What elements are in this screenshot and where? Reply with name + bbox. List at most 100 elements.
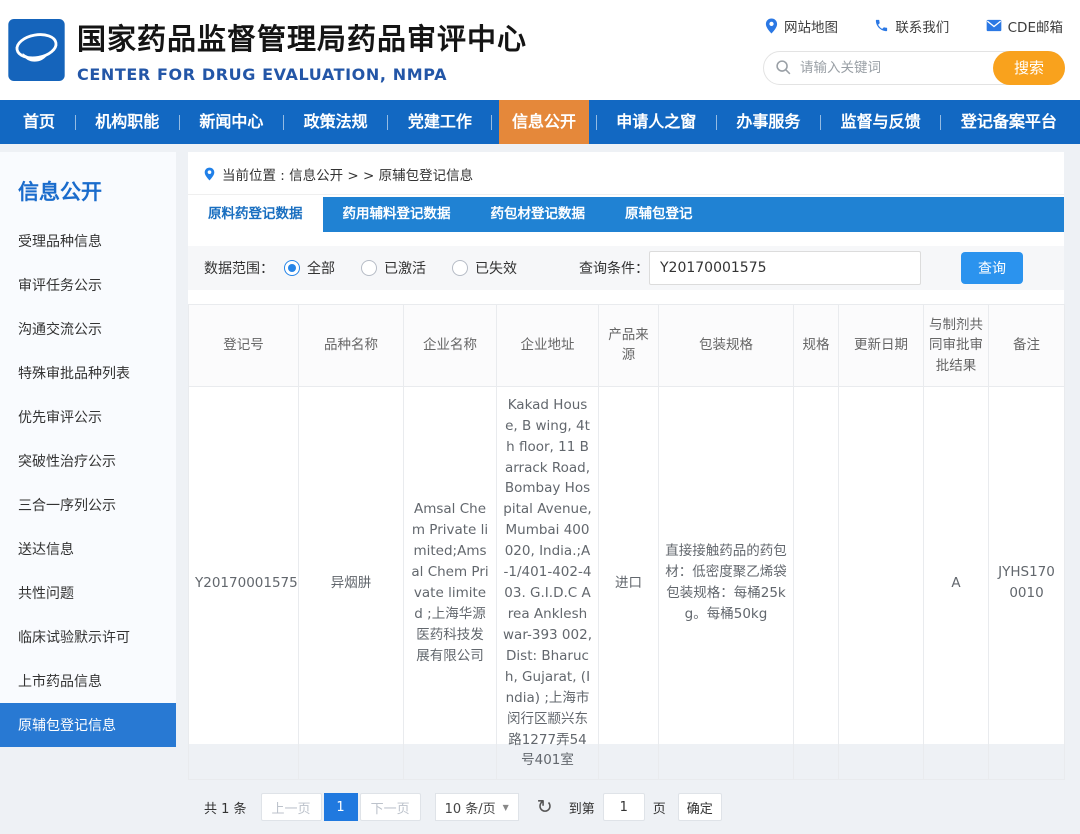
tab-raw-excipient-packaging[interactable]: 原辅包登记	[605, 197, 713, 232]
sidebar-item-accepted-varieties[interactable]: 受理品种信息	[0, 219, 176, 263]
page: 国家药品监督管理局药品审评中心 CENTER FOR DRUG EVALUATI…	[0, 0, 1080, 744]
cell-update-date	[839, 386, 924, 780]
total-count: 共 1 条	[204, 798, 247, 817]
col-company-address: 企业地址	[497, 305, 599, 387]
nav-item-party[interactable]: 党建工作	[395, 100, 485, 144]
cell-company-address: Kakad House, B wing, 4th floor, 11 Barra…	[497, 386, 599, 780]
nav-divider	[716, 115, 717, 130]
radio-icon-checked[interactable]	[284, 260, 300, 276]
radio-option-activated[interactable]: 已激活	[361, 258, 426, 278]
nav-divider	[940, 115, 941, 130]
table-row: Y20170001575 异烟肼 Amsal Chem Private limi…	[189, 386, 1065, 780]
radio-option-all[interactable]: 全部	[284, 258, 335, 278]
tab-excipient-registration[interactable]: 药用辅料登记数据	[323, 197, 471, 232]
main-nav: 首页 机构职能 新闻中心 政策法规 党建工作 信息公开 申请人之窗 办事服务 监…	[0, 100, 1080, 144]
pagination: 共 1 条 上一页 1 下一页 10 条/页 ▼ ↻ 到第 页 确定	[188, 780, 1064, 834]
site-search: 搜索	[763, 51, 1065, 85]
col-reg-no: 登记号	[189, 305, 299, 387]
header-right: 网站地图 联系我们 CDE邮箱	[763, 16, 1065, 85]
nav-item-registration-platform[interactable]: 登记备案平台	[948, 100, 1070, 144]
radio-label: 已激活	[384, 258, 426, 278]
nav-divider	[491, 115, 492, 130]
page-size-value: 10 条/页	[445, 798, 496, 817]
breadcrumb: 当前位置 : 信息公开 > > 原辅包登记信息	[188, 152, 1064, 195]
tab-packaging-registration[interactable]: 药包材登记数据	[471, 197, 606, 232]
nav-item-news[interactable]: 新闻中心	[186, 100, 276, 144]
col-spec: 规格	[794, 305, 839, 387]
radio-option-expired[interactable]: 已失效	[452, 258, 517, 278]
nav-divider	[179, 115, 180, 130]
nav-item-applicant-window[interactable]: 申请人之窗	[603, 100, 709, 144]
cell-spec	[794, 386, 839, 780]
refresh-icon[interactable]: ↻	[537, 798, 553, 817]
col-company-name: 企业名称	[404, 305, 497, 387]
site-search-button[interactable]: 搜索	[993, 51, 1065, 85]
location-pin-icon	[204, 167, 215, 181]
nav-item-services[interactable]: 办事服务	[723, 100, 813, 144]
goto-page-label: 到第	[569, 798, 595, 817]
breadcrumb-text: 当前位置 : 信息公开 > > 原辅包登记信息	[222, 164, 473, 184]
contact-link[interactable]: 联系我们	[874, 16, 949, 36]
data-scope-label: 数据范围：	[204, 258, 274, 278]
phone-icon	[874, 18, 889, 33]
col-joint-review-result: 与制剂共同审批审批结果	[924, 305, 989, 387]
sidebar-item-clinical-trial-license[interactable]: 临床试验默示许可	[0, 615, 176, 659]
query-button[interactable]: 查询	[961, 252, 1023, 284]
sitemap-label: 网站地图	[784, 16, 838, 36]
sitemap-link[interactable]: 网站地图	[765, 16, 838, 36]
mailbox-link[interactable]: CDE邮箱	[986, 16, 1063, 36]
page-size-select[interactable]: 10 条/页 ▼	[435, 793, 519, 821]
goto-page-input[interactable]	[603, 793, 645, 821]
filterbar: 数据范围： 全部 已激活 已失效 查询条件：	[188, 246, 1064, 290]
sidebar-item-priority-review[interactable]: 优先审评公示	[0, 395, 176, 439]
col-packaging-spec: 包装规格	[659, 305, 794, 387]
site-subtitle: CENTER FOR DRUG EVALUATION, NMPA	[77, 65, 527, 84]
search-icon	[775, 59, 792, 76]
site-title: 国家药品监督管理局药品审评中心	[77, 16, 527, 58]
col-product-name: 品种名称	[299, 305, 404, 387]
sidebar-item-raw-excipient-packaging[interactable]: 原辅包登记信息	[0, 703, 176, 747]
main-row: 信息公开 受理品种信息 审评任务公示 沟通交流公示 特殊审批品种列表 优先审评公…	[0, 144, 1080, 744]
sidebar-item-three-in-one[interactable]: 三合一序列公示	[0, 483, 176, 527]
page-word-label: 页	[653, 798, 666, 817]
nav-item-functions[interactable]: 机构职能	[82, 100, 172, 144]
radio-label: 全部	[307, 258, 335, 278]
sidebar-item-marketed-drugs[interactable]: 上市药品信息	[0, 659, 176, 703]
next-page-button[interactable]: 下一页	[360, 793, 421, 821]
query-condition-input[interactable]	[649, 251, 921, 285]
sidebar-item-breakthrough-therapy[interactable]: 突破性治疗公示	[0, 439, 176, 483]
sidebar-item-special-approval[interactable]: 特殊审批品种列表	[0, 351, 176, 395]
col-product-origin: 产品来源	[599, 305, 659, 387]
sidebar-item-common-issues[interactable]: 共性问题	[0, 571, 176, 615]
tab-api-registration[interactable]: 原料药登记数据	[188, 197, 323, 232]
nav-divider	[596, 115, 597, 130]
sidebar-item-communication[interactable]: 沟通交流公示	[0, 307, 176, 351]
page-number-1[interactable]: 1	[324, 793, 358, 821]
col-update-date: 更新日期	[839, 305, 924, 387]
query-condition-label: 查询条件：	[579, 258, 649, 278]
prev-page-button[interactable]: 上一页	[261, 793, 322, 821]
col-remark: 备注	[989, 305, 1065, 387]
cell-remark: JYHS1700010	[989, 386, 1065, 780]
nav-item-policies[interactable]: 政策法规	[291, 100, 381, 144]
nav-divider	[75, 115, 76, 130]
radio-icon[interactable]	[361, 260, 377, 276]
data-scope-radio-group: 全部 已激活 已失效	[284, 258, 517, 278]
nav-item-info-disclosure[interactable]: 信息公开	[499, 100, 589, 144]
contact-label: 联系我们	[895, 16, 949, 36]
registration-table: 登记号 品种名称 企业名称 企业地址 产品来源 包装规格 规格 更新日期 与制剂…	[188, 304, 1065, 780]
confirm-button[interactable]: 确定	[678, 793, 722, 821]
cde-logo-icon	[8, 19, 65, 81]
nav-item-home[interactable]: 首页	[10, 100, 68, 144]
content: 当前位置 : 信息公开 > > 原辅包登记信息 原料药登记数据 药用辅料登记数据…	[188, 152, 1064, 744]
radio-label: 已失效	[475, 258, 517, 278]
quick-links: 网站地图 联系我们 CDE邮箱	[763, 16, 1065, 36]
sidebar-item-delivery-info[interactable]: 送达信息	[0, 527, 176, 571]
sidebar-item-review-tasks[interactable]: 审评任务公示	[0, 263, 176, 307]
nav-item-supervision[interactable]: 监督与反馈	[828, 100, 934, 144]
cell-product-name: 异烟肼	[299, 386, 404, 780]
radio-icon[interactable]	[452, 260, 468, 276]
sidebar-title: 信息公开	[0, 152, 176, 219]
chevron-down-icon: ▼	[503, 803, 509, 812]
mailbox-label: CDE邮箱	[1008, 16, 1063, 36]
